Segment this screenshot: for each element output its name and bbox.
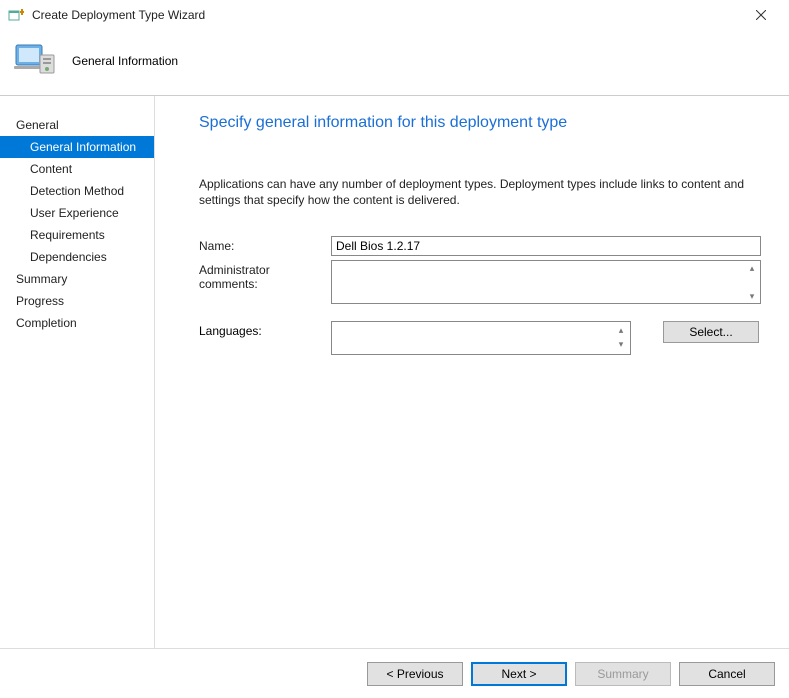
wizard-header: General Information: [0, 30, 789, 96]
scroll-down-icon[interactable]: ▾: [613, 337, 629, 351]
page-instruction: Applications can have any number of depl…: [199, 176, 759, 208]
close-button[interactable]: [741, 0, 781, 30]
title-bar: Create Deployment Type Wizard: [0, 0, 789, 30]
languages-label: Languages:: [199, 321, 331, 338]
cancel-button[interactable]: Cancel: [679, 662, 775, 686]
sidebar-step-general[interactable]: General: [0, 114, 154, 136]
sidebar-step-dependencies[interactable]: Dependencies: [0, 246, 154, 268]
wizard-content-pane: Specify general information for this dep…: [155, 96, 789, 648]
scroll-up-icon[interactable]: ▴: [744, 261, 760, 275]
next-button[interactable]: Next >: [471, 662, 567, 686]
wizard-footer: < Previous Next > Summary Cancel: [0, 648, 789, 698]
sidebar-step-summary[interactable]: Summary: [0, 268, 154, 290]
select-languages-button[interactable]: Select...: [663, 321, 759, 343]
summary-button: Summary: [575, 662, 671, 686]
comments-scrollbar[interactable]: ▴ ▾: [744, 261, 760, 303]
sidebar-step-requirements[interactable]: Requirements: [0, 224, 154, 246]
scroll-down-icon[interactable]: ▾: [744, 289, 760, 303]
sidebar-step-general-information[interactable]: General Information: [0, 136, 154, 158]
window-title: Create Deployment Type Wizard: [32, 8, 741, 22]
sidebar-step-user-experience[interactable]: User Experience: [0, 202, 154, 224]
comments-textarea[interactable]: [331, 260, 761, 304]
languages-scrollbar[interactable]: ▴ ▾: [613, 323, 629, 351]
page-heading: Specify general information for this dep…: [199, 114, 761, 132]
name-input[interactable]: [331, 236, 761, 256]
name-label: Name:: [199, 236, 331, 253]
comments-label: Administrator comments:: [199, 260, 331, 291]
sidebar-step-detection-method[interactable]: Detection Method: [0, 180, 154, 202]
sidebar-step-content[interactable]: Content: [0, 158, 154, 180]
languages-listbox[interactable]: ▴ ▾: [331, 321, 631, 355]
header-title: General Information: [72, 54, 178, 68]
scroll-up-icon[interactable]: ▴: [613, 323, 629, 337]
wizard-step-sidebar: GeneralGeneral InformationContentDetecti…: [0, 96, 155, 648]
computer-icon: [12, 39, 56, 83]
wizard-icon: [8, 7, 24, 23]
sidebar-step-progress[interactable]: Progress: [0, 290, 154, 312]
previous-button[interactable]: < Previous: [367, 662, 463, 686]
sidebar-step-completion[interactable]: Completion: [0, 312, 154, 334]
